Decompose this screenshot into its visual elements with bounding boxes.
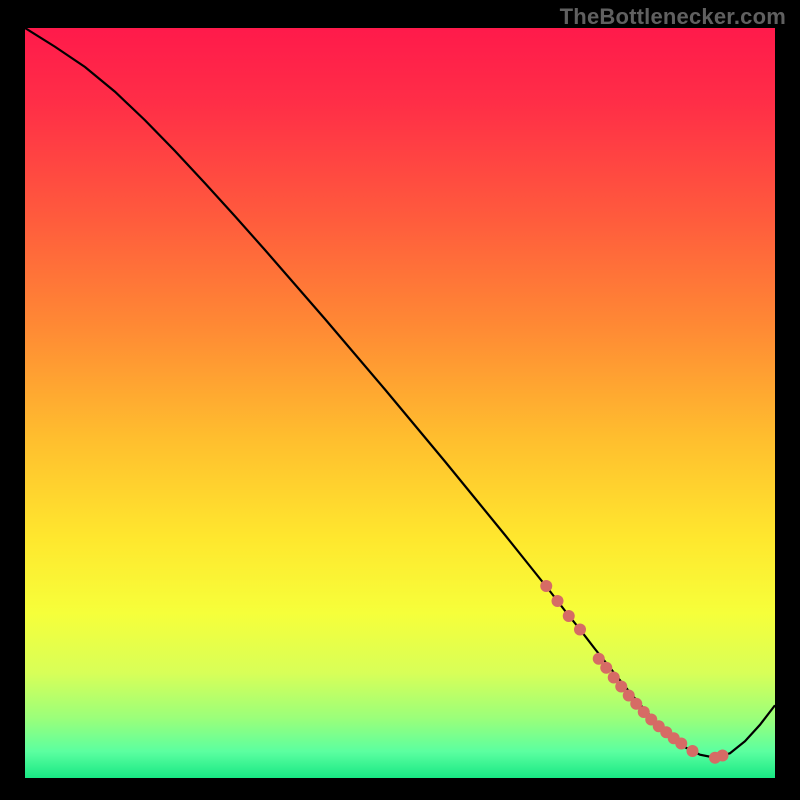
gradient-background (25, 28, 775, 778)
highlight-marker (552, 595, 564, 607)
attribution-text: TheBottlenecker.com (560, 4, 786, 30)
highlight-marker (574, 624, 586, 636)
plot-area (25, 28, 775, 778)
highlight-marker (563, 610, 575, 622)
highlight-marker (600, 662, 612, 674)
chart-svg (25, 28, 775, 778)
chart-frame: TheBottlenecker.com (0, 0, 800, 800)
highlight-marker (687, 745, 699, 757)
highlight-marker (540, 580, 552, 592)
highlight-marker (675, 738, 687, 750)
highlight-marker (717, 750, 729, 762)
